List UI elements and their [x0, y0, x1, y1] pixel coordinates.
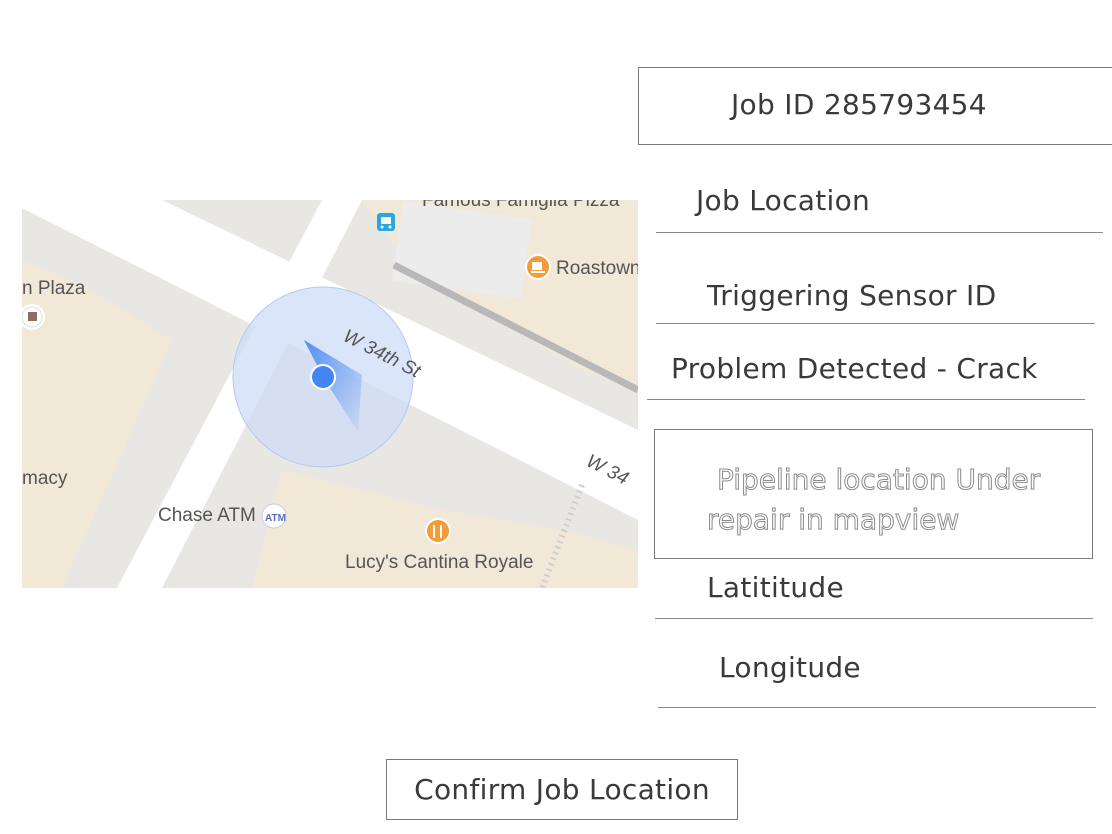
- longitude-underline: [658, 707, 1096, 708]
- place-label-pharmacy: macy: [22, 468, 68, 489]
- bus-icon[interactable]: [377, 213, 395, 231]
- pipeline-location-box: Pipeline location Under repair in mapvie…: [654, 429, 1093, 559]
- place-label-plaza: n Plaza: [22, 278, 86, 299]
- place-label-chase: Chase ATM: [158, 505, 256, 526]
- job-location-label: Job Location: [696, 184, 871, 217]
- pipeline-line-1: Pipeline location Under: [716, 463, 1041, 497]
- pipeline-line-2: repair in mapview: [707, 503, 960, 537]
- map-canvas[interactable]: W 34th St W 34 Famous Famiglia Pizza Roa…: [22, 200, 638, 588]
- restaurant-icon[interactable]: [425, 518, 451, 544]
- place-label-famiglia: Famous Famiglia Pizza: [422, 200, 620, 211]
- location-dot: [312, 366, 334, 388]
- job-location-underline: [656, 232, 1103, 233]
- coffee-icon[interactable]: [525, 254, 551, 280]
- atm-icon[interactable]: ATM: [261, 503, 287, 529]
- place-label-lucys: Lucy's Cantina Royale: [345, 552, 533, 573]
- place-label-roastown: Roastown: [556, 258, 638, 279]
- triggering-sensor-underline: [656, 323, 1095, 324]
- longitude-label: Longitude: [719, 651, 861, 684]
- map-view[interactable]: W 34th St W 34 Famous Famiglia Pizza Roa…: [22, 200, 638, 588]
- problem-detected-label: Problem Detected - Crack: [671, 352, 1038, 385]
- job-id-box: Job ID 285793454: [638, 67, 1112, 145]
- job-id-label: Job ID 285793454: [731, 88, 987, 121]
- pipeline-location-text: Pipeline location Under repair in mapvie…: [707, 460, 1077, 540]
- atm-badge: ATM: [265, 513, 286, 524]
- latitude-label: Latititude: [707, 571, 844, 604]
- triggering-sensor-label: Triggering Sensor ID: [707, 279, 997, 312]
- problem-detected-underline: [647, 399, 1085, 400]
- latitude-underline: [655, 618, 1093, 619]
- confirm-job-location-button[interactable]: Confirm Job Location: [386, 759, 738, 820]
